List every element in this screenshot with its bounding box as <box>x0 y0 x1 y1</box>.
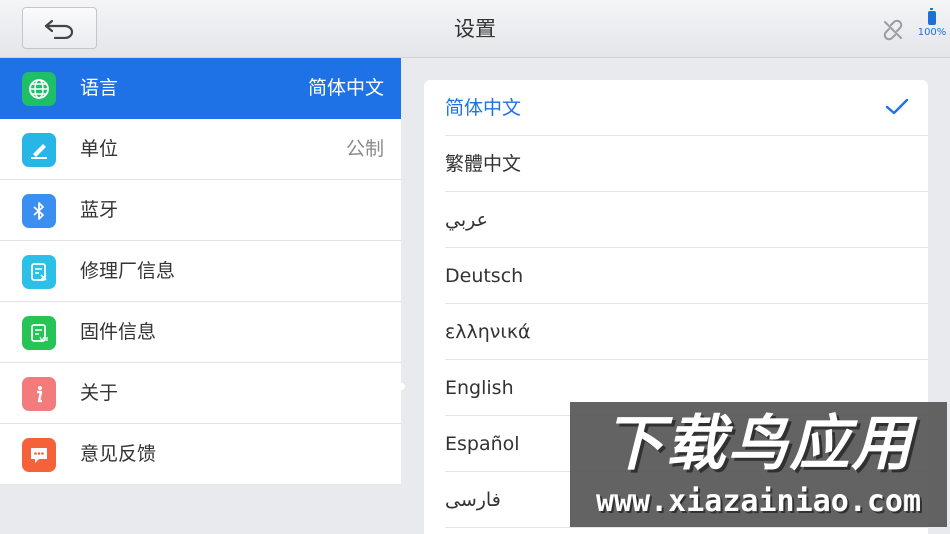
language-label: فارسی <box>445 489 501 511</box>
sidebar-item-shop-info[interactable]: 修理厂信息 <box>0 241 401 302</box>
battery-indicator: 100% <box>916 8 948 39</box>
sidebar-item-label: 蓝牙 <box>80 199 119 221</box>
language-label: Español <box>445 433 520 455</box>
panel-divider-handle <box>398 383 405 390</box>
language-label: ελληνικά <box>445 321 531 343</box>
sidebar-item-label: 关于 <box>80 382 119 404</box>
language-option[interactable]: 简体中文 <box>445 80 928 136</box>
language-option[interactable]: 繁體中文 <box>445 136 928 192</box>
language-label: عربي <box>445 209 488 231</box>
info-icon <box>22 377 56 411</box>
ruler-icon <box>22 133 56 167</box>
sidebar-item-label: 修理厂信息 <box>80 260 176 282</box>
language-label: Deutsch <box>445 265 524 287</box>
language-label: English <box>445 377 514 399</box>
language-label: 简体中文 <box>445 97 522 119</box>
sidebar-item-units[interactable]: 单位 公制 <box>0 119 401 180</box>
sidebar-item-label: 固件信息 <box>80 321 157 343</box>
watermark-title: 下载鸟应用 <box>603 409 914 479</box>
battery-percent: 100% <box>917 27 947 38</box>
sidebar-item-value: 简体中文 <box>307 77 384 99</box>
top-bar: 设置 100% <box>0 0 950 58</box>
shop-info-icon <box>22 255 56 289</box>
sidebar-item-label: 意见反馈 <box>80 443 157 465</box>
feedback-icon <box>22 438 56 472</box>
bluetooth-icon <box>22 194 56 228</box>
globe-icon <box>22 72 56 106</box>
unlinked-icon[interactable] <box>881 18 905 42</box>
language-option[interactable]: Deutsch <box>445 248 928 304</box>
language-option[interactable]: ελληνικά <box>445 304 928 360</box>
sidebar-item-firmware[interactable]: 固件信息 <box>0 302 401 363</box>
sidebar-item-feedback[interactable]: 意见反馈 <box>0 424 401 485</box>
sidebar-item-bluetooth[interactable]: 蓝牙 <box>0 180 401 241</box>
battery-icon <box>928 8 936 25</box>
page-title: 设置 <box>454 17 496 41</box>
sidebar-item-value: 公制 <box>345 138 384 160</box>
sidebar-item-label: 语言 <box>80 77 119 99</box>
settings-sidebar: 语言 简体中文 单位 公制 蓝牙 修理厂信息 固件信息 关于 意见反馈 <box>0 58 401 534</box>
sidebar-item-about[interactable]: 关于 <box>0 363 401 424</box>
language-label: 繁體中文 <box>445 153 522 175</box>
sidebar-item-language[interactable]: 语言 简体中文 <box>0 58 401 119</box>
sidebar-item-label: 单位 <box>80 138 119 160</box>
firmware-icon <box>22 316 56 350</box>
watermark-overlay: 下载鸟应用 www.xiazainiao.com <box>570 402 947 527</box>
watermark-url: www.xiazainiao.com <box>595 484 922 519</box>
checkmark-icon <box>885 98 909 115</box>
language-option[interactable]: عربي <box>445 192 928 248</box>
